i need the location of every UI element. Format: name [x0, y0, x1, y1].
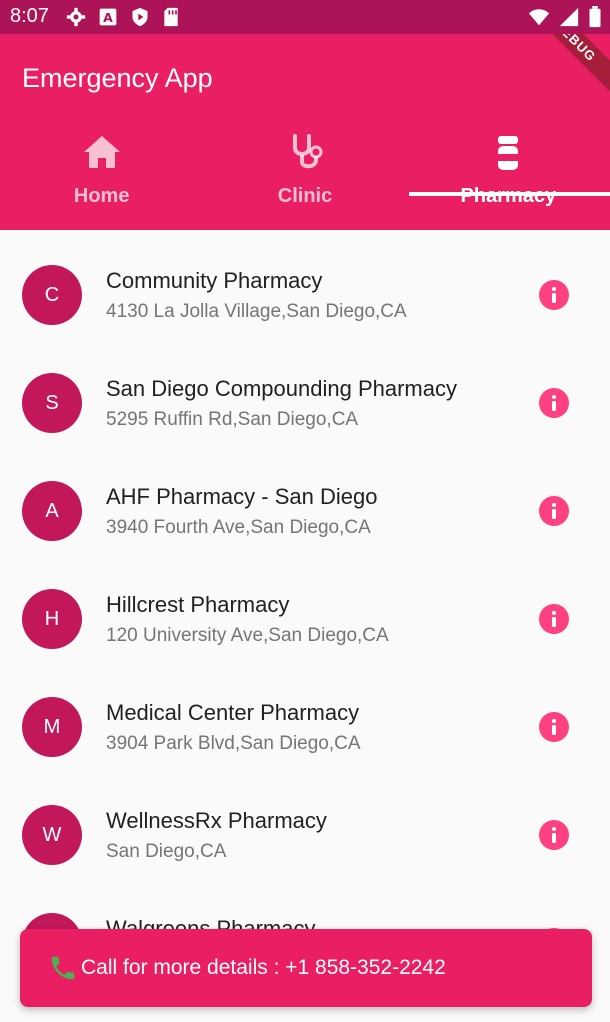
- signal-icon: [559, 7, 579, 27]
- info-icon[interactable]: [539, 496, 569, 526]
- pharmacy-address: 3940 Fourth Ave,San Diego,CA: [106, 517, 371, 538]
- pharmacy-name: AHF Pharmacy - San Diego: [106, 484, 378, 509]
- avatar: W: [22, 805, 82, 865]
- list-item[interactable]: M Medical Center Pharmacy 3904 Park Blvd…: [0, 662, 610, 770]
- tab-home[interactable]: Home: [0, 120, 203, 230]
- tab-clinic-label: Clinic: [277, 185, 333, 207]
- pharmacy-address: San Diego,CA: [106, 841, 227, 862]
- play-protect-icon: [132, 7, 148, 27]
- list-item[interactable]: W WellnessRx Pharmacy San Diego,CA: [0, 770, 610, 878]
- avatar: M: [22, 697, 82, 757]
- tab-pharmacy-label: Pharmacy: [460, 185, 557, 207]
- debug-banner: DEBUG: [514, 34, 610, 102]
- pharmacy-name: San Diego Compounding Pharmacy: [106, 376, 457, 401]
- wifi-icon: [528, 9, 550, 26]
- call-snackbar[interactable]: Call for more details : +1 858-352-2242: [20, 929, 592, 1007]
- info-icon[interactable]: [539, 388, 569, 418]
- avatar: A: [22, 481, 82, 541]
- list-item[interactable]: C Community Pharmacy 4130 La Jolla Villa…: [0, 230, 610, 338]
- info-icon[interactable]: [539, 604, 569, 634]
- pharmacy-address: 4130 La Jolla Village,San Diego,CA: [106, 301, 407, 322]
- avatar: H: [22, 589, 82, 649]
- info-icon[interactable]: [539, 820, 569, 850]
- pharmacy-name: Medical Center Pharmacy: [106, 700, 360, 725]
- tab-indicator: [409, 192, 610, 196]
- pharmacy-name: Community Pharmacy: [106, 268, 323, 293]
- list-item[interactable]: A AHF Pharmacy - San Diego 3940 Fourth A…: [0, 446, 610, 554]
- pharmacy-name: WellnessRx Pharmacy: [106, 808, 327, 833]
- home-icon: [83, 136, 120, 168]
- tab-bar: Home Clinic Pharmacy: [0, 120, 610, 230]
- svg-text:A: A: [103, 10, 113, 25]
- sd-card-icon: [164, 7, 178, 27]
- app-title: Emergency App: [22, 63, 213, 93]
- status-time: 8:07: [10, 5, 49, 27]
- battery-icon: [589, 6, 601, 28]
- tab-pharmacy[interactable]: Pharmacy: [407, 120, 610, 230]
- phone-icon: [51, 956, 75, 980]
- app-bar: Emergency App DEBUG Home Clinic Pharmacy: [0, 34, 610, 230]
- list-item[interactable]: H Hillcrest Pharmacy 120 University Ave,…: [0, 554, 610, 662]
- settings-icon: [66, 7, 86, 27]
- a-icon: A: [99, 8, 117, 26]
- tab-home-label: Home: [73, 185, 130, 207]
- info-icon[interactable]: [539, 712, 569, 742]
- avatar: C: [22, 265, 82, 325]
- list-item[interactable]: S San Diego Compounding Pharmacy 5295 Ru…: [0, 338, 610, 446]
- pharmacy-list[interactable]: C Community Pharmacy 4130 La Jolla Villa…: [0, 230, 610, 986]
- avatar: S: [22, 373, 82, 433]
- stethoscope-icon: [292, 134, 323, 169]
- tab-clinic[interactable]: Clinic: [203, 120, 406, 230]
- snackbar-text: Call for more details : +1 858-352-2242: [81, 956, 446, 979]
- pharmacy-name: Hillcrest Pharmacy: [106, 592, 290, 617]
- pharmacy-address: 5295 Ruffin Rd,San Diego,CA: [106, 409, 359, 430]
- pharmacy-address: 3904 Park Blvd,San Diego,CA: [106, 733, 361, 754]
- pharmacy-address: 120 University Ave,San Diego,CA: [106, 625, 389, 646]
- status-bar: 8:07 A: [0, 0, 610, 34]
- info-icon[interactable]: [539, 280, 569, 310]
- pill-bottle-icon: [498, 136, 519, 170]
